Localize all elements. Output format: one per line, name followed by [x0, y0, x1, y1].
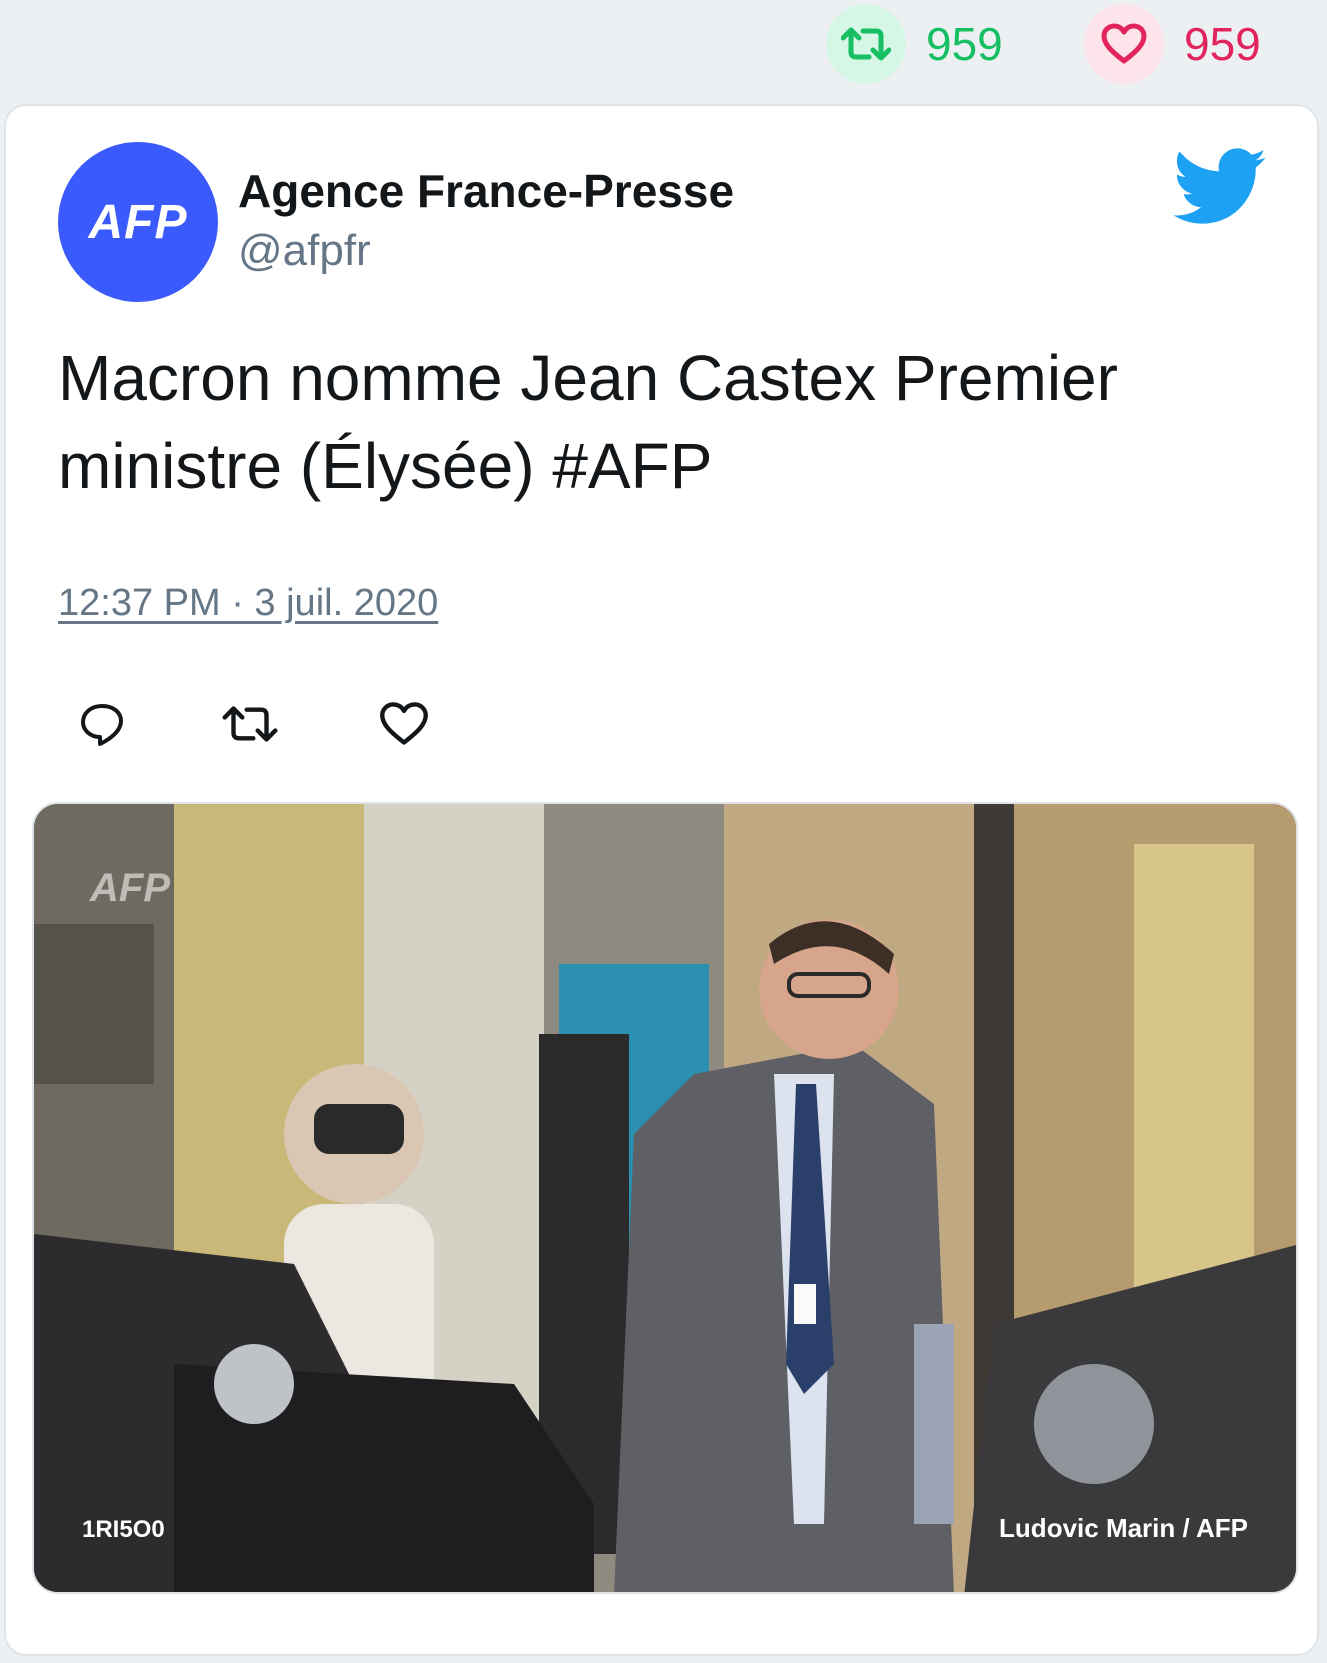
retweet-icon: [826, 4, 906, 84]
retweet-count-value: 959: [926, 18, 1003, 70]
photo-code: 1RI5O0: [82, 1516, 165, 1543]
reply-icon[interactable]: [72, 694, 132, 754]
twitter-bird-icon[interactable]: [1173, 148, 1268, 226]
photo-watermark: AFP: [90, 866, 170, 910]
tweet-timestamp[interactable]: 12:37 PM · 3 juil. 2020: [58, 582, 438, 625]
retweet-count[interactable]: 959: [826, 4, 1003, 84]
like-icon[interactable]: [374, 694, 434, 754]
retweet-action-icon[interactable]: [220, 694, 280, 754]
heart-icon: [1084, 4, 1164, 84]
like-count[interactable]: 959: [1084, 4, 1261, 84]
author-name[interactable]: Agence France-Presse: [238, 164, 734, 218]
stats-bar: 959 959: [0, 0, 1327, 100]
tweet-card: AFP Agence France-Presse @afpfr Macron n…: [4, 104, 1319, 1656]
tweet-text: Macron nomme Jean Castex Premier ministr…: [58, 342, 1118, 502]
tweet-photo[interactable]: AFP 1RI5O0 Ludovic Marin / AFP: [32, 802, 1298, 1594]
photo-credit: Ludovic Marin / AFP: [999, 1513, 1248, 1543]
avatar[interactable]: AFP: [58, 142, 218, 302]
author-handle[interactable]: @afpfr: [238, 226, 371, 276]
like-count-value: 959: [1184, 18, 1261, 70]
